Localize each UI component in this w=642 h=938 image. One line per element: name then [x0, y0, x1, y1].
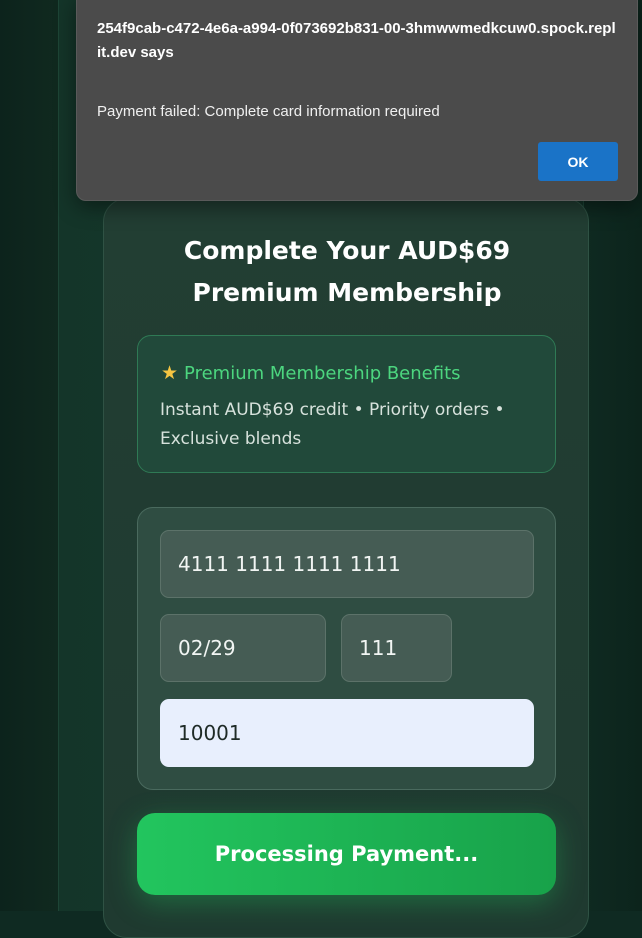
- benefits-heading-row: ★ Premium Membership Benefits: [161, 362, 461, 384]
- card-number-input[interactable]: 4111 1111 1111 1111: [160, 530, 534, 598]
- payment-card: Complete Your AUD$69 Premium Membership …: [103, 198, 589, 938]
- dialog-message: Payment failed: Complete card informatio…: [97, 103, 440, 120]
- expiry-input[interactable]: 02/29: [160, 614, 326, 682]
- page-title: Premium Membership: [192, 278, 502, 307]
- divider: [58, 0, 59, 911]
- card-form: 4111 1111 1111 1111 02/29 111 10001: [137, 507, 556, 790]
- zip-input[interactable]: 10001: [160, 699, 534, 767]
- ok-button[interactable]: OK: [538, 142, 618, 181]
- pay-button[interactable]: Processing Payment...: [137, 813, 556, 895]
- dialog-origin: 254f9cab-c472-4e6a-a994-0f073692b831-00-…: [97, 20, 616, 61]
- cvc-input[interactable]: 111: [341, 614, 452, 682]
- benefits-text: Instant AUD$69 credit • Priority orders …: [160, 400, 505, 449]
- alert-dialog: 254f9cab-c472-4e6a-a994-0f073692b831-00-…: [76, 0, 638, 201]
- benefits-heading: Premium Membership Benefits: [184, 362, 461, 384]
- page-title: Complete Your AUD$69: [183, 236, 511, 265]
- star-icon: ★: [161, 362, 179, 384]
- benefits-panel: ★ Premium Membership Benefits Instant AU…: [137, 335, 556, 473]
